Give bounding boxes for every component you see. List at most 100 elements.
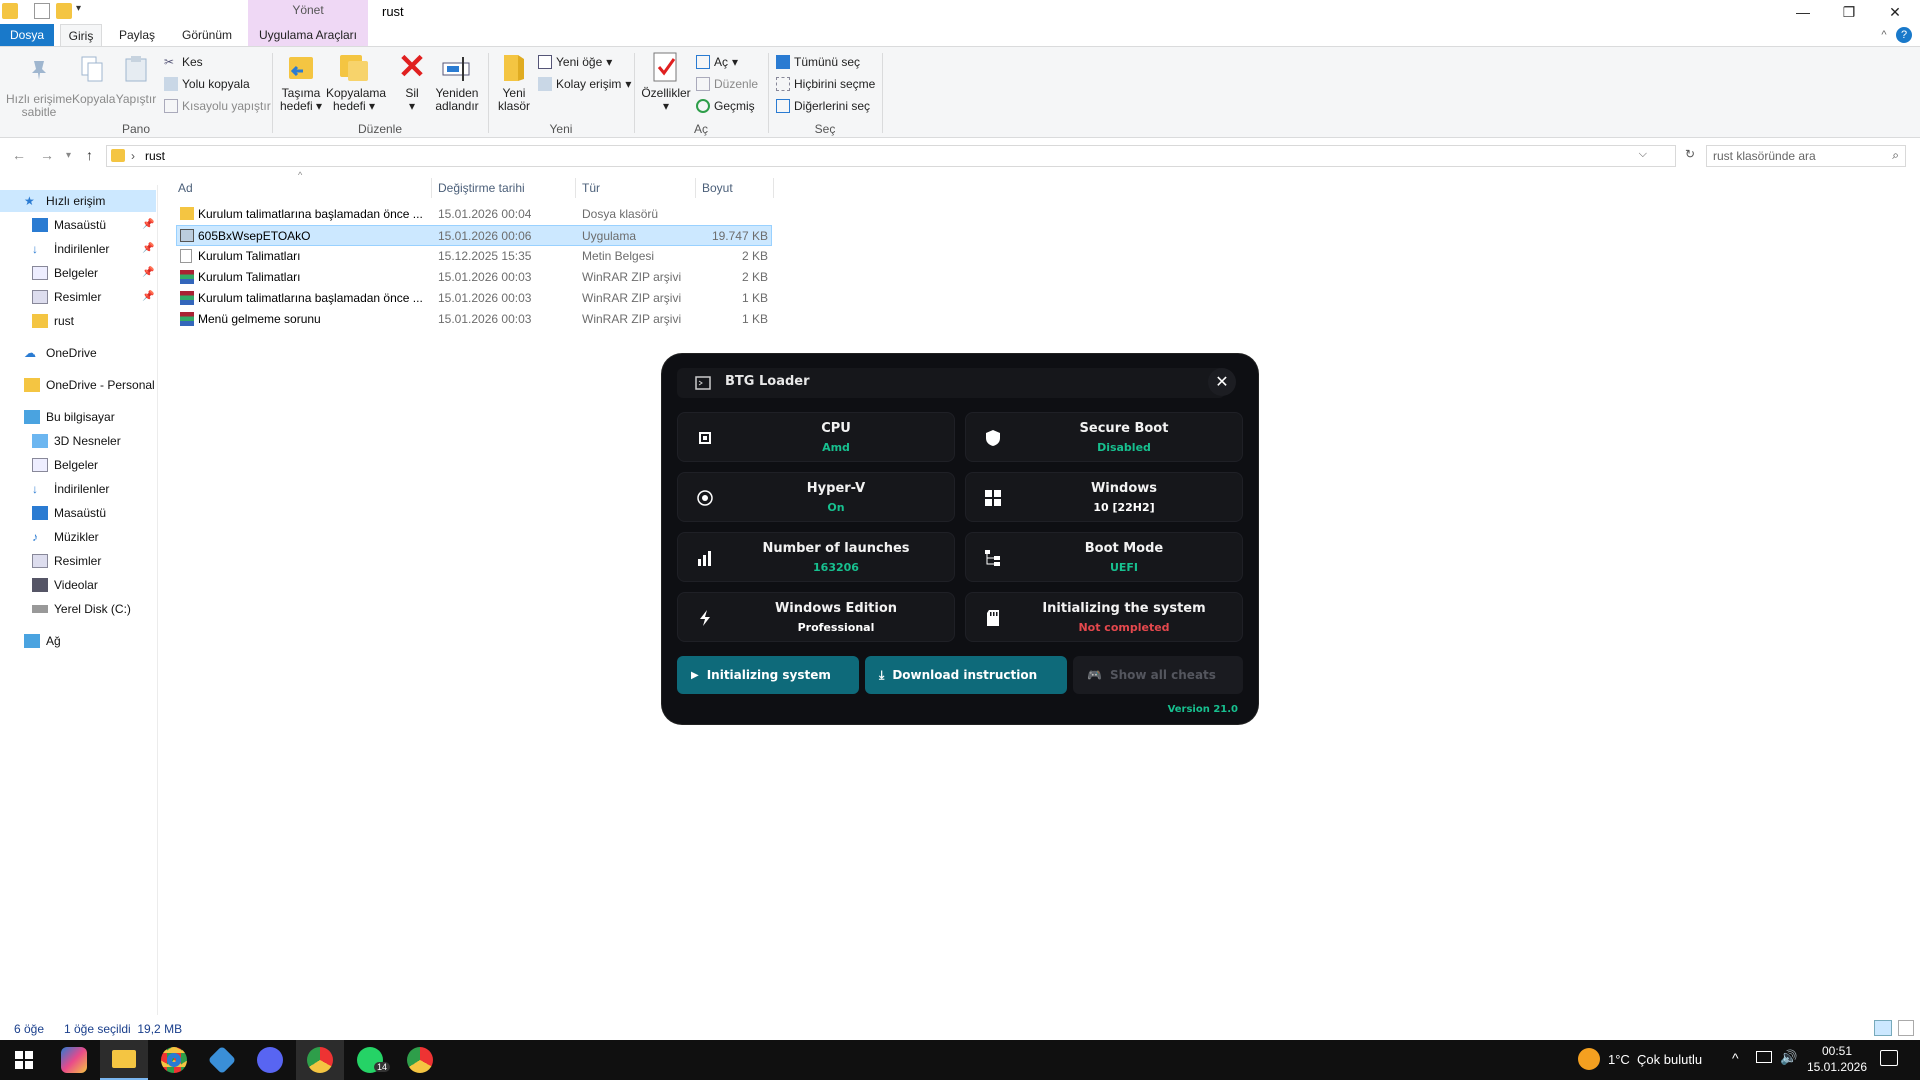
restore-button[interactable]: ❐ xyxy=(1826,0,1872,24)
ribbon-collapse-icon[interactable]: ^ xyxy=(1876,24,1892,46)
sidebar-item-documents[interactable]: Belgeler xyxy=(32,262,98,284)
tab-share[interactable]: Paylaş xyxy=(110,24,164,46)
sidebar-item-pc-documents[interactable]: Belgeler xyxy=(32,454,98,476)
properties-button[interactable]: Özellikler ▾ xyxy=(640,51,692,113)
chrome-app[interactable] xyxy=(150,1040,198,1080)
sidebar-item-network[interactable]: Ağ xyxy=(24,630,61,652)
copilot-app[interactable] xyxy=(50,1040,98,1080)
back-arrow-icon[interactable]: ← xyxy=(12,147,26,163)
open-button[interactable]: Aç ▾ xyxy=(696,53,738,71)
address-bar[interactable]: › rust ⌵ ↻ xyxy=(106,145,1695,167)
card-launches: Number of launches 163206 xyxy=(677,532,955,582)
sidebar-item-pc-desktop[interactable]: Masaüstü xyxy=(32,502,106,524)
file-row[interactable]: Menü gelmeme sorunu 15.01.2026 00:03 Win… xyxy=(176,309,772,330)
up-arrow-icon[interactable]: ↑ xyxy=(86,147,93,163)
pin-quick-access-button[interactable]: Hızlı erişime sabitle xyxy=(6,51,72,119)
chrome-icon xyxy=(407,1047,433,1073)
volume-icon[interactable]: 🔊 xyxy=(1780,1049,1797,1066)
address-dropdown-icon[interactable]: ⌵ xyxy=(1639,148,1647,161)
cut-button[interactable]: ✂ Kes xyxy=(164,53,203,71)
invert-selection-button[interactable]: Diğerlerini seç xyxy=(776,97,870,115)
search-icon[interactable]: ⌕ xyxy=(1892,148,1899,163)
discord-app[interactable] xyxy=(246,1040,294,1080)
paste-shortcut-button[interactable]: Kısayolu yapıştır xyxy=(164,97,271,115)
sidebar-item-local-disk[interactable]: Yerel Disk (C:) xyxy=(32,598,131,620)
history-button[interactable]: Geçmiş xyxy=(696,97,755,115)
breadcrumb-current[interactable]: rust xyxy=(145,149,165,163)
minimize-button[interactable]: — xyxy=(1780,0,1826,24)
loader-close-button[interactable]: ✕ xyxy=(1208,368,1236,396)
help-icon[interactable]: ? xyxy=(1896,27,1912,43)
column-header-name[interactable]: Ad xyxy=(172,178,432,198)
start-button[interactable] xyxy=(0,1040,48,1080)
tab-view[interactable]: Görünüm xyxy=(172,24,242,46)
easy-access-button[interactable]: Kolay erişim ▾ xyxy=(538,75,631,93)
chrome-app-2[interactable] xyxy=(296,1040,344,1080)
column-header-size[interactable]: Boyut xyxy=(696,178,774,198)
close-button[interactable]: ✕ xyxy=(1872,0,1918,24)
sidebar-item-desktop[interactable]: Masaüstü xyxy=(32,214,106,236)
file-row[interactable]: 605BxWsepETOAkO 15.01.2026 00:06 Uygulam… xyxy=(176,225,772,246)
sidebar-item-onedrive-personal[interactable]: OneDrive - Personal xyxy=(24,374,155,396)
new-folder-button[interactable]: Yeni klasör xyxy=(494,51,534,113)
tab-app-tools[interactable]: Uygulama Araçları xyxy=(250,24,366,46)
sidebar-item-downloads[interactable]: ↓ İndirilenler xyxy=(32,238,109,260)
refresh-icon[interactable]: ↻ xyxy=(1685,147,1695,161)
new-item-button[interactable]: Yeni öğe ▾ xyxy=(538,53,612,71)
sidebar-item-quick-access[interactable]: ★ Hızlı erişim xyxy=(24,190,105,212)
tab-home[interactable]: Giriş xyxy=(60,24,102,46)
weather-text[interactable]: 1°C Çok bulutlu xyxy=(1608,1052,1702,1067)
file-row[interactable]: Kurulum talimatlarına başlamadan önce ..… xyxy=(176,288,772,309)
sidebar-item-3d-objects[interactable]: 3D Nesneler xyxy=(32,430,121,452)
app-launcher[interactable] xyxy=(198,1040,246,1080)
loader-header[interactable]: BTG Loader xyxy=(677,368,1225,398)
rename-button[interactable]: Yeniden adlandır xyxy=(432,51,482,113)
clock[interactable]: 00:51 15.01.2026 xyxy=(1800,1043,1874,1075)
select-all-button[interactable]: Tümünü seç xyxy=(776,53,860,71)
show-hidden-icons-chevron-icon[interactable]: ^ xyxy=(1732,1050,1739,1066)
column-header-date[interactable]: Değiştirme tarihi xyxy=(432,178,576,198)
notification-center-icon[interactable] xyxy=(1880,1050,1898,1066)
copy-button[interactable]: Kopyala xyxy=(72,51,115,106)
weather-icon[interactable] xyxy=(1578,1048,1600,1070)
customize-toolbar-icon[interactable]: ▾ xyxy=(76,3,92,19)
sidebar-item-music[interactable]: ♪ Müzikler xyxy=(32,526,99,548)
new-folder-icon[interactable] xyxy=(56,3,72,19)
move-to-button[interactable]: Taşıma hedefi ▾ xyxy=(278,51,324,113)
sidebar-item-this-pc[interactable]: Bu bilgisayar xyxy=(24,406,115,428)
whatsapp-app[interactable]: 14 xyxy=(346,1040,394,1080)
tab-file[interactable]: Dosya xyxy=(0,24,54,46)
manage-tab-label[interactable]: Yönet xyxy=(248,3,368,17)
download-instruction-button[interactable]: ⤓ Download instruction xyxy=(865,656,1067,694)
sidebar-item-pc-downloads[interactable]: ↓ İndirilenler xyxy=(32,478,109,500)
initializing-system-button[interactable]: ▶ Initializing system xyxy=(677,656,859,694)
file-row[interactable]: Kurulum Talimatları 15.12.2025 15:35 Met… xyxy=(176,246,772,267)
edit-button[interactable]: Düzenle xyxy=(696,75,758,93)
column-header-type[interactable]: Tür xyxy=(576,178,696,198)
sidebar-item-pictures[interactable]: Resimler xyxy=(32,286,101,308)
file-explorer-app[interactable] xyxy=(100,1040,148,1080)
large-icons-view-icon[interactable] xyxy=(1898,1020,1914,1036)
breadcrumb-chevron-icon[interactable]: › xyxy=(131,149,135,163)
search-box[interactable]: rust klasöründe ara ⌕ xyxy=(1706,145,1906,167)
chrome-app-3[interactable] xyxy=(396,1040,444,1080)
copy-path-button[interactable]: Yolu kopyala xyxy=(164,75,250,93)
recent-locations-chevron-icon[interactable]: ▾ xyxy=(66,150,71,161)
forward-arrow-icon[interactable]: → xyxy=(40,147,54,163)
sidebar-item-rust[interactable]: rust xyxy=(32,310,74,332)
paste-button[interactable]: Yapıştır xyxy=(114,51,158,106)
properties-icon[interactable] xyxy=(34,3,50,19)
file-row[interactable]: Kurulum talimatlarına başlamadan önce ..… xyxy=(176,204,772,225)
copy-to-button[interactable]: Kopyalama hedefi ▾ xyxy=(326,51,386,113)
delete-button[interactable]: ✕ Sil ▾ xyxy=(394,50,430,113)
sidebar-item-pc-pictures[interactable]: Resimler xyxy=(32,550,101,572)
selection-info: 1 öğe seçildi 19,2 MB xyxy=(64,1022,183,1036)
file-name: 605BxWsepETOAkO xyxy=(198,229,311,243)
show-all-cheats-button[interactable]: 🎮 Show all cheats xyxy=(1073,656,1243,694)
file-row[interactable]: Kurulum Talimatları 15.01.2026 00:03 Win… xyxy=(176,267,772,288)
sidebar-item-videos[interactable]: Videolar xyxy=(32,574,98,596)
select-none-button[interactable]: Hiçbirini seçme xyxy=(776,75,875,93)
details-view-icon[interactable] xyxy=(1874,1020,1892,1036)
network-status-icon[interactable] xyxy=(1756,1051,1772,1063)
sidebar-item-onedrive[interactable]: ☁ OneDrive xyxy=(24,342,97,364)
